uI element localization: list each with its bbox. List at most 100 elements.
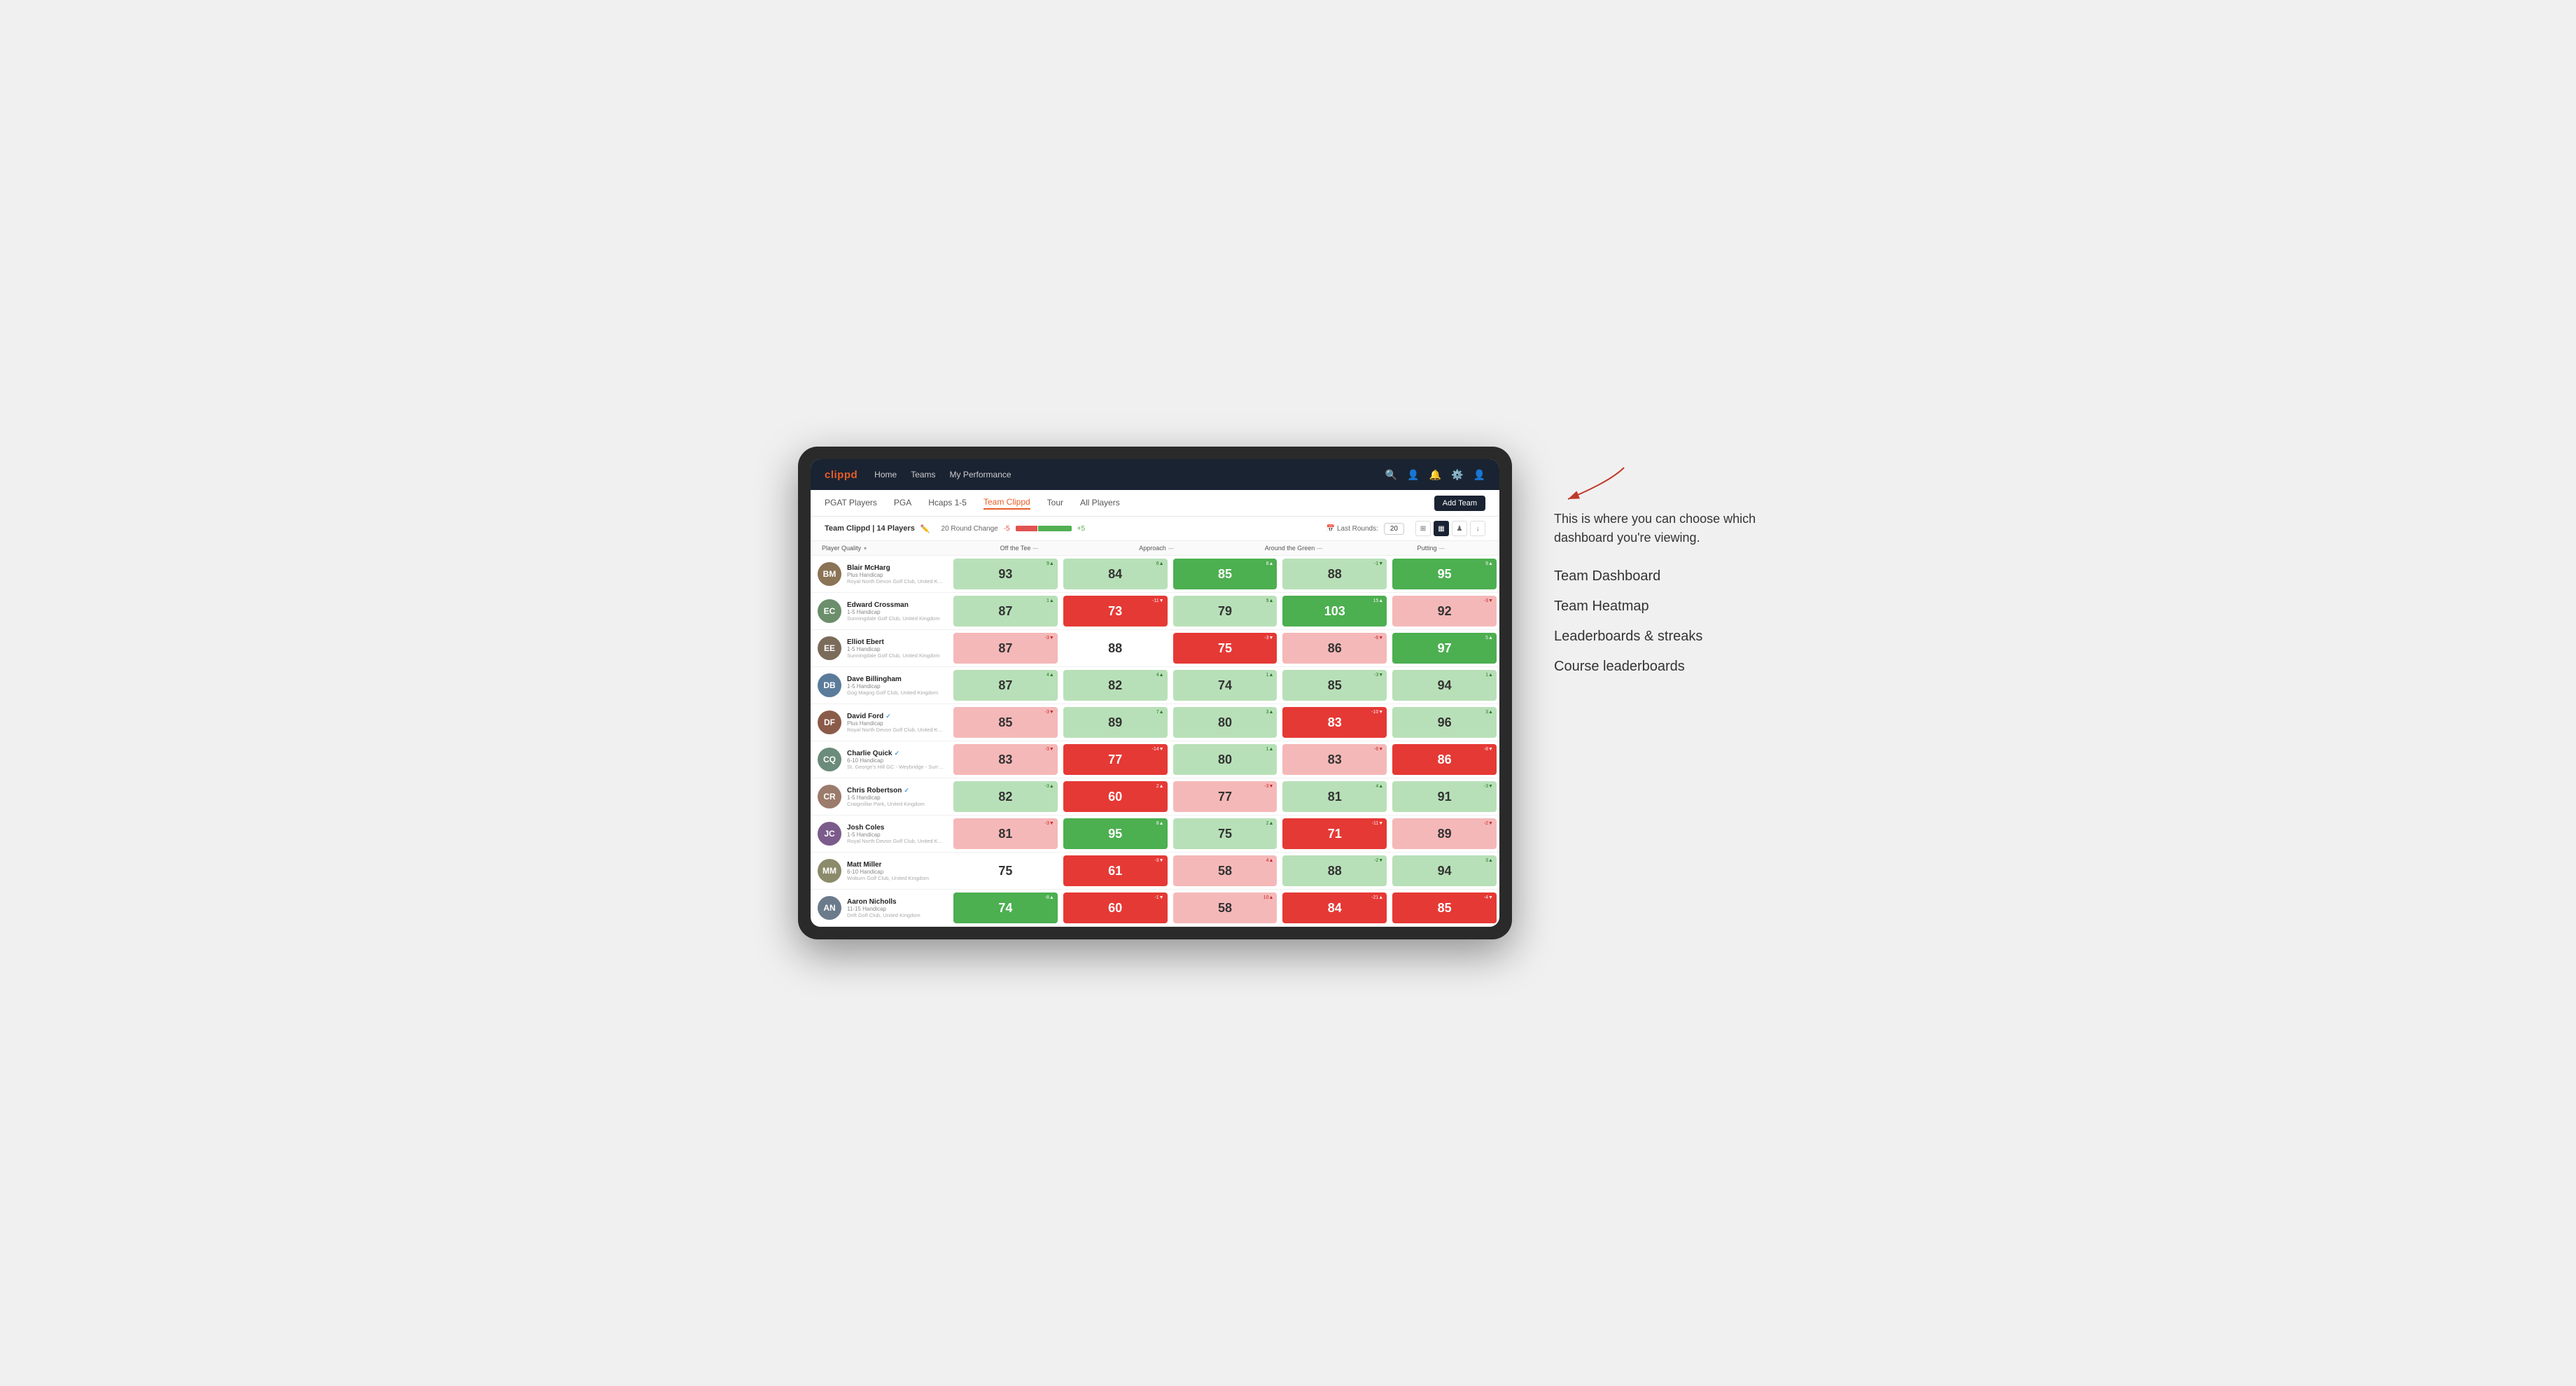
download-button[interactable]: ↓ (1470, 521, 1485, 536)
player-club: Royal North Devon Golf Club, United King… (847, 727, 944, 733)
player-info[interactable]: CRChris Robertson✓1-5 HandicapCraigmilla… (811, 780, 951, 813)
score-box[interactable]: 602▲ (1063, 781, 1168, 812)
score-cell: 86-8▼ (1390, 741, 1499, 778)
score-box[interactable]: 71-11▼ (1282, 818, 1387, 849)
settings-icon[interactable]: ⚙️ (1451, 469, 1463, 481)
score-box[interactable]: 92-3▼ (1392, 596, 1497, 626)
sub-nav-pgat[interactable]: PGAT Players (825, 498, 877, 509)
sub-nav-team-clippd[interactable]: Team Clippd (983, 497, 1030, 510)
edit-icon[interactable]: ✏️ (920, 524, 930, 533)
nav-my-performance[interactable]: My Performance (950, 470, 1011, 479)
score-box[interactable]: 75 (953, 855, 1058, 886)
score-box[interactable]: 10315▲ (1282, 596, 1387, 626)
score-box[interactable]: 963▲ (1392, 707, 1497, 738)
table-view-button[interactable]: ▦ (1434, 521, 1449, 536)
score-box[interactable]: 88 (1063, 633, 1168, 664)
player-info[interactable]: DFDavid Ford✓Plus HandicapRoyal North De… (811, 706, 951, 738)
player-info[interactable]: CQCharlie Quick✓6-10 HandicapSt. George'… (811, 743, 951, 776)
player-info[interactable]: ANAaron Nicholls11-15 HandicapDrift Golf… (811, 892, 951, 924)
score-box[interactable]: 83-6▼ (1282, 744, 1387, 775)
last-rounds-value[interactable]: 20 (1384, 523, 1404, 535)
player-info[interactable]: JCJosh Coles1-5 HandicapRoyal North Devo… (811, 818, 951, 850)
grid-view-button[interactable]: ⊞ (1415, 521, 1431, 536)
score-box[interactable]: 975▲ (1392, 633, 1497, 664)
score-box[interactable]: 874▲ (953, 670, 1058, 701)
score-change: 2▲ (1266, 821, 1274, 826)
score-box[interactable]: 939▲ (953, 559, 1058, 589)
score-box[interactable]: 85-3▼ (1282, 670, 1387, 701)
table-header-row: Player Quality ▾ Off the Tee — Approach … (811, 541, 1499, 556)
add-team-button[interactable]: Add Team (1434, 496, 1485, 511)
score-box[interactable]: 73-11▼ (1063, 596, 1168, 626)
score-box[interactable]: 87-3▼ (953, 633, 1058, 664)
score-box[interactable]: 89-2▼ (1392, 818, 1497, 849)
score-change: -11▼ (1372, 821, 1384, 826)
score-box[interactable]: 958▲ (1063, 818, 1168, 849)
th-putting[interactable]: Putting — (1362, 541, 1499, 555)
score-box[interactable]: 88-1▼ (1282, 559, 1387, 589)
score-box[interactable]: 897▲ (1063, 707, 1168, 738)
score-box[interactable]: 83-3▼ (953, 744, 1058, 775)
score-box[interactable]: 871▲ (953, 596, 1058, 626)
sub-nav-tour[interactable]: Tour (1047, 498, 1063, 509)
score-box[interactable]: 74-8▲ (953, 892, 1058, 923)
score-box[interactable]: 858▲ (1173, 559, 1278, 589)
player-info[interactable]: BMBlair McHargPlus HandicapRoyal North D… (811, 558, 951, 590)
score-value: 75 (998, 864, 1012, 878)
score-box[interactable]: 584▲ (1173, 855, 1278, 886)
score-box[interactable]: 75-3▼ (1173, 633, 1278, 664)
bell-icon[interactable]: 🔔 (1429, 469, 1441, 481)
player-name: Josh Coles (847, 824, 944, 832)
player-info[interactable]: MMMatt Miller6-10 HandicapWoburn Golf Cl… (811, 855, 951, 887)
score-box[interactable]: 814▲ (1282, 781, 1387, 812)
score-change: -3▼ (1045, 636, 1054, 640)
score-box[interactable]: 803▲ (1173, 707, 1278, 738)
score-box[interactable]: 77-14▼ (1063, 744, 1168, 775)
nav-teams[interactable]: Teams (911, 470, 935, 479)
nav-home[interactable]: Home (874, 470, 897, 479)
score-box[interactable]: 741▲ (1173, 670, 1278, 701)
search-icon[interactable]: 🔍 (1385, 469, 1397, 481)
score-box[interactable]: 801▲ (1173, 744, 1278, 775)
sub-nav-all-players[interactable]: All Players (1080, 498, 1120, 509)
score-box[interactable]: 61-3▼ (1063, 855, 1168, 886)
avatar-icon[interactable]: 👤 (1474, 469, 1485, 481)
th-off-tee[interactable]: Off the Tee — (951, 541, 1088, 555)
score-box[interactable]: 941▲ (1392, 670, 1497, 701)
score-box[interactable]: 82-3▲ (953, 781, 1058, 812)
score-box[interactable]: 84-21▲ (1282, 892, 1387, 923)
score-box[interactable]: 752▲ (1173, 818, 1278, 849)
player-info[interactable]: EEElliot Ebert1-5 HandicapSunningdale Go… (811, 632, 951, 664)
user-icon[interactable]: 👤 (1407, 469, 1419, 481)
player-info[interactable]: ECEdward Crossman1-5 HandicapSunningdale… (811, 595, 951, 627)
score-box[interactable]: 60-1▼ (1063, 892, 1168, 923)
score-box[interactable]: 799▲ (1173, 596, 1278, 626)
score-cell: 83-10▼ (1280, 704, 1390, 741)
score-box[interactable]: 77-3▼ (1173, 781, 1278, 812)
score-box[interactable]: 86-6▼ (1282, 633, 1387, 664)
chart-view-button[interactable]: ♟ (1452, 521, 1467, 536)
score-box[interactable]: 91-3▼ (1392, 781, 1497, 812)
round-bar (1016, 526, 1072, 531)
sub-nav-pga[interactable]: PGA (894, 498, 911, 509)
player-info[interactable]: DBDave Billingham1-5 HandicapGog Magog G… (811, 669, 951, 701)
score-box[interactable]: 86-8▼ (1392, 744, 1497, 775)
score-box[interactable]: 943▲ (1392, 855, 1497, 886)
score-box[interactable]: 85-3▼ (953, 707, 1058, 738)
score-box[interactable]: 5810▲ (1173, 892, 1278, 923)
score-box[interactable]: 824▲ (1063, 670, 1168, 701)
avatar: MM (818, 859, 841, 883)
player-club: Craigmillar Park, United Kingdom (847, 801, 944, 807)
th-approach[interactable]: Approach — (1088, 541, 1225, 555)
score-box[interactable]: 88-2▼ (1282, 855, 1387, 886)
score-change: 3▲ (1266, 710, 1274, 715)
score-cell: 73-11▼ (1060, 593, 1170, 629)
score-box[interactable]: 81-3▼ (953, 818, 1058, 849)
score-box[interactable]: 85-4▼ (1392, 892, 1497, 923)
score-box[interactable]: 959▲ (1392, 559, 1497, 589)
sub-nav-hcaps[interactable]: Hcaps 1-5 (928, 498, 967, 509)
score-box[interactable]: 83-10▼ (1282, 707, 1387, 738)
score-box[interactable]: 846▲ (1063, 559, 1168, 589)
th-around-green[interactable]: Around the Green — (1225, 541, 1362, 555)
th-player-quality[interactable]: Player Quality ▾ (811, 541, 951, 555)
